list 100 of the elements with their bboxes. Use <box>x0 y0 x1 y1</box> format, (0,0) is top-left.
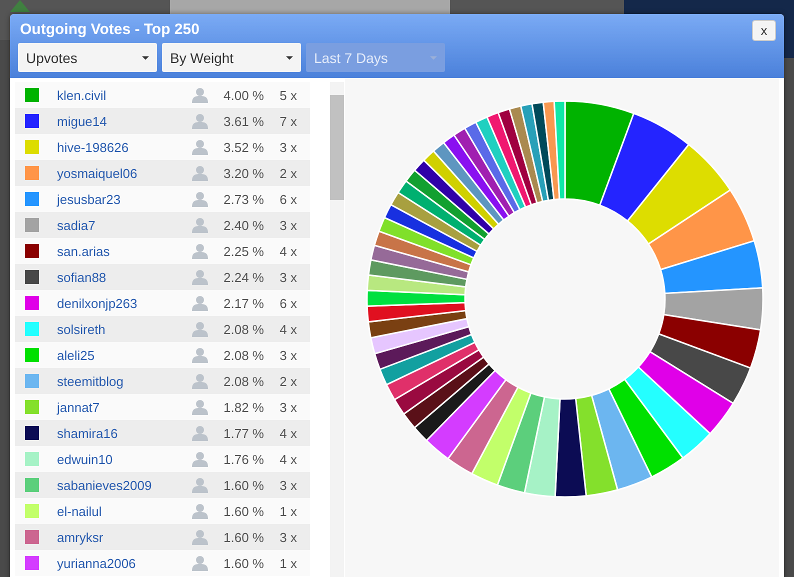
vote-count: 4 x <box>278 426 297 440</box>
vote-count: 4 x <box>278 244 297 258</box>
voter-row[interactable]: solsireth 2.08 % 4 x <box>15 316 310 342</box>
vote-percent: 3.20 % <box>222 166 264 180</box>
vote-count: 1 x <box>278 556 297 570</box>
dropdown[interactable]: By Weight <box>162 43 301 72</box>
vote-percent: 2.24 % <box>222 270 264 284</box>
voter-link[interactable]: denilxonjp263 <box>57 296 192 310</box>
voter-link[interactable]: yosmaiquel06 <box>57 166 192 180</box>
voter-link[interactable]: klen.civil <box>57 88 192 102</box>
scroll-thumb[interactable] <box>330 95 344 200</box>
vote-count: 1 x <box>278 504 297 518</box>
voter-row[interactable]: amryksr 1.60 % 3 x <box>15 524 310 550</box>
vote-percent: 1.60 % <box>222 478 264 492</box>
vote-percent: 1.60 % <box>222 504 264 518</box>
voter-link[interactable]: san.arias <box>57 244 192 258</box>
user-icon <box>192 87 208 103</box>
vote-count: 5 x <box>278 88 297 102</box>
vote-count: 4 x <box>278 322 297 336</box>
vote-count: 3 x <box>278 530 297 544</box>
vote-count: 6 x <box>278 296 297 310</box>
caret-icon <box>142 56 149 60</box>
voter-row[interactable]: edwuin10 1.76 % 4 x <box>15 446 310 472</box>
vote-percent: 1.82 % <box>222 400 264 414</box>
voter-row[interactable]: aleli25 2.08 % 3 x <box>15 342 310 368</box>
voter-link[interactable]: amryksr <box>57 530 192 544</box>
voter-row[interactable]: yurianna2006 1.60 % 1 x <box>15 550 310 576</box>
vote-count: 2 x <box>278 166 297 180</box>
voter-row[interactable]: san.arias 2.25 % 4 x <box>15 238 310 264</box>
voter-link[interactable]: sofian88 <box>57 270 192 284</box>
user-icon <box>192 503 208 519</box>
voter-link[interactable]: steemitblog <box>57 374 192 388</box>
user-icon <box>192 555 208 571</box>
voter-row[interactable]: yosmaiquel06 3.20 % 2 x <box>15 160 310 186</box>
voter-link[interactable]: edwuin10 <box>57 452 192 466</box>
vote-percent: 2.08 % <box>222 374 264 388</box>
vote-percent: 2.17 % <box>222 296 264 310</box>
voter-row[interactable]: sadia7 2.40 % 3 x <box>15 212 310 238</box>
voter-row[interactable]: steemitblog 2.08 % 2 x <box>15 368 310 394</box>
vote-percent: 3.61 % <box>222 114 264 128</box>
dropdown[interactable]: Upvotes <box>18 43 157 72</box>
voter-link[interactable]: sadia7 <box>57 218 192 232</box>
user-icon <box>192 399 208 415</box>
voter-row[interactable]: jesusbar23 2.73 % 6 x <box>15 186 310 212</box>
vote-count: 7 x <box>278 114 297 128</box>
close-button[interactable]: x <box>752 20 776 41</box>
voter-row[interactable]: hive-198626 3.52 % 3 x <box>15 134 310 160</box>
vote-count: 3 x <box>278 478 297 492</box>
vote-percent: 1.60 % <box>222 530 264 544</box>
voter-link[interactable]: shamira16 <box>57 426 192 440</box>
vote-percent: 2.25 % <box>222 244 264 258</box>
vote-percent: 2.73 % <box>222 192 264 206</box>
user-icon <box>192 243 208 259</box>
vote-count: 4 x <box>278 452 297 466</box>
voter-row[interactable]: el-nailul 1.60 % 1 x <box>15 498 310 524</box>
voter-row[interactable]: denilxonjp263 2.17 % 6 x <box>15 290 310 316</box>
voter-row[interactable]: jannat7 1.82 % 3 x <box>15 394 310 420</box>
voter-row[interactable]: sabanieves2009 1.60 % 3 x <box>15 472 310 498</box>
vote-percent: 2.40 % <box>222 218 264 232</box>
vote-count: 3 x <box>278 400 297 414</box>
vote-count: 3 x <box>278 348 297 362</box>
user-icon <box>192 529 208 545</box>
vote-percent: 2.08 % <box>222 322 264 336</box>
user-icon <box>192 451 208 467</box>
vote-percent: 1.77 % <box>222 426 264 440</box>
arrow-up-icon <box>10 0 30 12</box>
user-icon <box>192 425 208 441</box>
user-icon <box>192 373 208 389</box>
voter-row[interactable]: migue14 3.61 % 7 x <box>15 108 310 134</box>
voter-link[interactable]: migue14 <box>57 114 192 128</box>
caret-icon <box>286 56 293 60</box>
dialog-title: Outgoing Votes - Top 250 <box>20 21 200 38</box>
caret-icon <box>430 56 437 60</box>
vote-percent: 3.52 % <box>222 140 264 154</box>
vote-count: 3 x <box>278 270 297 284</box>
user-icon <box>192 347 208 363</box>
voter-link[interactable]: solsireth <box>57 322 192 336</box>
voter-link[interactable]: yurianna2006 <box>57 556 192 570</box>
vote-percent: 4.00 % <box>222 88 264 102</box>
voter-link[interactable]: el-nailul <box>57 504 192 518</box>
voter-row[interactable]: shamira16 1.77 % 4 x <box>15 420 310 446</box>
vote-count: 2 x <box>278 374 297 388</box>
user-icon <box>192 477 208 493</box>
voter-link[interactable]: jannat7 <box>57 400 192 414</box>
user-icon <box>192 113 208 129</box>
voter-row[interactable]: sofian88 2.24 % 3 x <box>15 264 310 290</box>
user-icon <box>192 295 208 311</box>
vote-count: 3 x <box>278 218 297 232</box>
vote-count: 3 x <box>278 140 297 154</box>
scrollbar[interactable] <box>330 82 344 577</box>
vote-percent: 2.08 % <box>222 348 264 362</box>
voter-link[interactable]: hive-198626 <box>57 140 192 154</box>
user-icon <box>192 217 208 233</box>
voter-row[interactable]: klen.civil 4.00 % 5 x <box>15 82 310 108</box>
voter-link[interactable]: sabanieves2009 <box>57 478 192 492</box>
voter-link[interactable]: aleli25 <box>57 348 192 362</box>
vote-percent: 1.60 % <box>222 556 264 570</box>
voter-link[interactable]: jesusbar23 <box>57 192 192 206</box>
user-icon <box>192 269 208 285</box>
vote-count: 6 x <box>278 192 297 206</box>
